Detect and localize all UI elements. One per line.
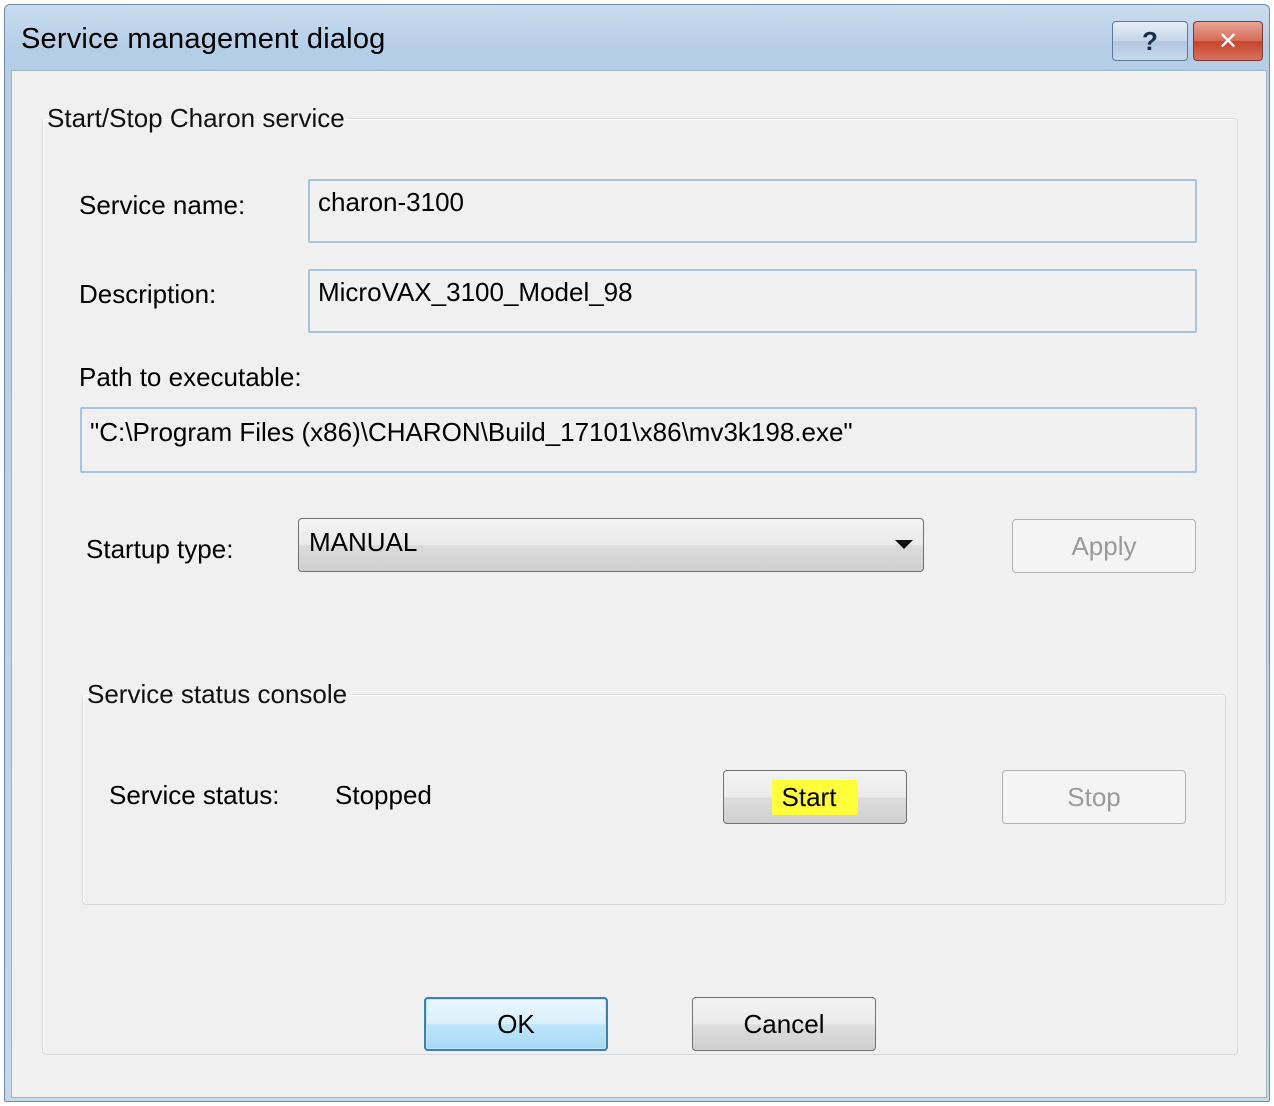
close-icon: ✕: [1217, 27, 1239, 55]
service-group-legend: Start/Stop Charon service: [47, 103, 345, 133]
startup-type-value: MANUAL: [309, 527, 418, 557]
title-bar[interactable]: Service management dialog ? ✕: [5, 5, 1269, 71]
help-button[interactable]: ?: [1112, 21, 1188, 61]
stop-button[interactable]: Stop: [1002, 770, 1186, 824]
path-field[interactable]: "C:\Program Files (x86)\CHARON\Build_171…: [80, 407, 1197, 473]
apply-button[interactable]: Apply: [1012, 519, 1196, 573]
startup-type-select[interactable]: MANUAL: [298, 518, 924, 572]
service-group: Start/Stop Charon service: [42, 103, 1238, 1055]
description-field[interactable]: MicroVAX_3100_Model_98: [308, 269, 1197, 333]
chevron-down-icon: [895, 540, 913, 549]
service-status-label: Service status:: [109, 780, 280, 810]
help-icon: ?: [1142, 25, 1158, 56]
start-button-label: Start: [771, 779, 859, 815]
service-name-field[interactable]: charon-3100: [308, 179, 1197, 243]
service-name-label: Service name:: [79, 190, 246, 220]
status-group-legend: Service status console: [87, 679, 348, 709]
description-label: Description:: [79, 279, 217, 309]
start-button[interactable]: Start: [723, 770, 907, 824]
window-title: Service management dialog: [21, 23, 386, 55]
dialog-client-area: Start/Stop Charon service Service name: …: [11, 70, 1267, 1098]
cancel-button[interactable]: Cancel: [692, 997, 876, 1051]
service-status-value: Stopped: [335, 780, 432, 810]
ok-button[interactable]: OK: [424, 997, 608, 1051]
path-label: Path to executable:: [79, 362, 302, 392]
close-button[interactable]: ✕: [1193, 21, 1263, 61]
startup-type-label: Startup type:: [86, 534, 234, 564]
dialog-window: Service management dialog ? ✕ Start/Stop…: [4, 4, 1270, 1102]
